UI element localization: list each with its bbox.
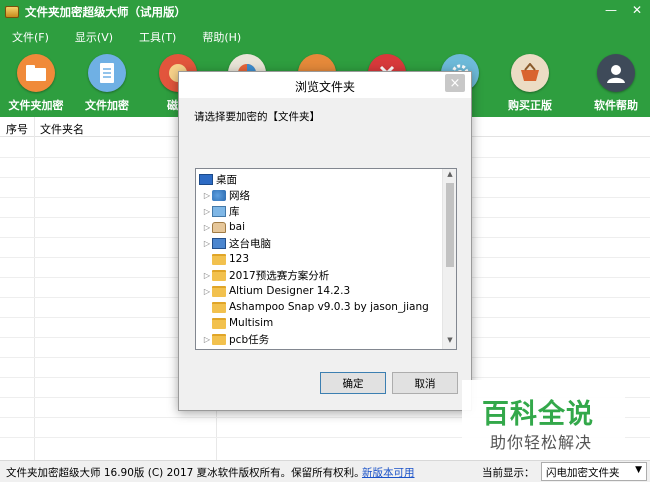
- expand-arrow-icon[interactable]: ▷: [202, 287, 212, 296]
- tree-item[interactable]: ▷ bai: [202, 219, 245, 235]
- title-bar: 文件夹加密超级大师（试用版） — ✕: [0, 0, 650, 24]
- current-display-value: 闪电加密文件夹: [546, 467, 620, 479]
- expand-arrow-icon[interactable]: ▷: [202, 335, 212, 344]
- user-folder-icon: [212, 221, 226, 233]
- basket-icon: [511, 54, 549, 92]
- tree-scrollbar[interactable]: ▲ ▼: [442, 169, 456, 349]
- tree-item-label: 网络: [229, 189, 250, 202]
- window-controls: — ✕: [598, 0, 650, 20]
- toolbar-file-encrypt-button[interactable]: 文件加密: [75, 52, 139, 113]
- app-logo-icon: [5, 6, 19, 18]
- browse-folder-dialog: 浏览文件夹 × 请选择要加密的【文件夹】 桌面 ▷ 网络 ▷ 库 ▷ bai ▷…: [178, 71, 472, 411]
- tree-item[interactable]: ▷ 库: [202, 203, 240, 219]
- scroll-up-icon[interactable]: ▲: [443, 170, 456, 182]
- scroll-down-icon[interactable]: ▼: [443, 336, 456, 348]
- dialog-title: 浏览文件夹: [294, 80, 355, 94]
- folder-tree[interactable]: 桌面 ▷ 网络 ▷ 库 ▷ bai ▷ 这台电脑 123 ▷ 2017预选赛方案…: [195, 168, 457, 350]
- folder-icon: [212, 301, 226, 313]
- menu-help[interactable]: 帮助(H): [202, 27, 241, 47]
- toolbar-label: 文件夹加密: [8, 99, 64, 112]
- ok-button[interactable]: 确定: [320, 372, 386, 394]
- watermark-title: 百科全说: [482, 399, 594, 430]
- expand-arrow-icon[interactable]: ▷: [202, 207, 212, 216]
- status-bar: 文件夹加密超级大师 16.90版 (C) 2017 夏冰软件版权所有。保留所有权…: [0, 460, 650, 482]
- menu-view[interactable]: 显示(V): [75, 27, 113, 47]
- column-header-index[interactable]: 序号: [6, 121, 28, 137]
- expand-arrow-icon[interactable]: ▷: [202, 239, 212, 248]
- tree-item-label: bai: [229, 221, 246, 233]
- dialog-close-button[interactable]: ×: [445, 74, 465, 92]
- tree-item-label: Ashampoo Snap v9.0.3 by jason_jiang: [229, 301, 429, 313]
- tree-item-label: 库: [229, 205, 240, 218]
- expand-arrow-icon[interactable]: ▷: [202, 191, 212, 200]
- scrollbar-thumb[interactable]: [446, 183, 454, 267]
- menu-bar: 文件(F) 显示(V) 工具(T) 帮助(H): [0, 27, 255, 47]
- tree-item[interactable]: Multisim: [202, 315, 273, 331]
- tree-item-label: 这台电脑: [229, 237, 271, 250]
- column-divider: [34, 117, 35, 460]
- expand-arrow-icon[interactable]: ▷: [202, 223, 212, 232]
- dialog-prompt: 请选择要加密的【文件夹】: [194, 111, 320, 123]
- tree-item-label: 2017预选赛方案分析: [229, 269, 330, 282]
- tree-item[interactable]: 123: [202, 251, 249, 267]
- toolbar-label: 购买正版: [508, 99, 552, 112]
- menu-tools[interactable]: 工具(T): [139, 27, 176, 47]
- tree-item-label: 123: [229, 253, 250, 265]
- tree-item[interactable]: 桌面: [199, 171, 237, 187]
- toolbar-help-button[interactable]: 软件帮助: [584, 52, 648, 113]
- tree-item-label: pcb任务: [229, 333, 270, 346]
- folder-icon: [212, 317, 226, 329]
- tree-item[interactable]: ▷ 这台电脑: [202, 235, 271, 251]
- dialog-title-bar: 浏览文件夹 ×: [179, 72, 471, 98]
- minimize-button[interactable]: —: [598, 0, 624, 20]
- cancel-button[interactable]: 取消: [392, 372, 458, 394]
- menu-file[interactable]: 文件(F): [12, 27, 49, 47]
- window-title: 文件夹加密超级大师（试用版）: [25, 5, 186, 19]
- user-help-icon: [597, 54, 635, 92]
- document-icon: [88, 54, 126, 92]
- folder-icon: [212, 253, 226, 265]
- folder-icon: [212, 333, 226, 345]
- library-icon: [212, 205, 226, 217]
- copyright-text: 文件夹加密超级大师 16.90版 (C) 2017 夏冰软件版权所有。保留所有权…: [6, 467, 365, 479]
- close-window-button[interactable]: ✕: [624, 0, 650, 20]
- current-display-select[interactable]: 闪电加密文件夹 ▼: [541, 462, 647, 481]
- folder-lock-icon: [17, 54, 55, 92]
- tree-item-label: Multisim: [229, 317, 274, 329]
- tree-item-label: 桌面: [216, 173, 237, 186]
- folder-icon: [212, 269, 226, 281]
- current-display-label: 当前显示：: [482, 467, 535, 479]
- new-version-link[interactable]: 新版本可用: [362, 465, 415, 480]
- toolbar-label: 文件加密: [85, 99, 129, 112]
- expand-arrow-icon[interactable]: ▷: [202, 271, 212, 280]
- folder-icon: [212, 285, 226, 297]
- column-header-folder-name[interactable]: 文件夹名: [40, 121, 84, 137]
- chevron-down-icon: ▼: [635, 465, 642, 475]
- toolbar-buy-button[interactable]: 购买正版: [498, 52, 562, 113]
- tree-item[interactable]: Ashampoo Snap v9.0.3 by jason_jiang: [202, 299, 429, 315]
- toolbar-label: 软件帮助: [594, 99, 638, 112]
- watermark-subtitle: 助你轻松解决: [490, 433, 593, 452]
- desktop-icon: [199, 173, 213, 185]
- watermark: 百科全说 助你轻松解决: [462, 380, 625, 456]
- tree-item[interactable]: ▷ 网络: [202, 187, 250, 203]
- network-icon: [212, 189, 226, 201]
- tree-item-label: Altium Designer 14.2.3: [229, 285, 351, 297]
- toolbar-folder-encrypt-button[interactable]: 文件夹加密: [4, 52, 68, 113]
- tree-item[interactable]: ▷ Altium Designer 14.2.3: [202, 283, 350, 299]
- tree-item[interactable]: ▷ 2017预选赛方案分析: [202, 267, 329, 283]
- computer-icon: [212, 237, 226, 249]
- tree-item[interactable]: ▷ pcb任务: [202, 331, 269, 347]
